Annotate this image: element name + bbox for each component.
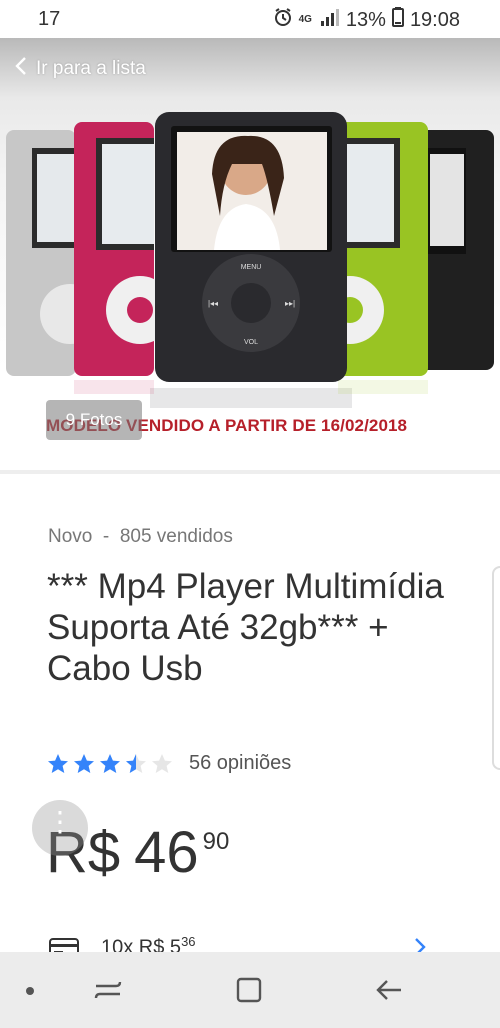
clock: 19:08 (409, 8, 460, 31)
rating-stars (47, 753, 173, 775)
sold-count: 805 vendidos (119, 526, 233, 547)
star-icon (152, 753, 172, 773)
product-gallery[interactable]: MENU VOL |◂◂ ▸▸| Ir para a lista MODELO … (0, 38, 500, 470)
product-image[interactable]: MENU VOL |◂◂ ▸▸| (0, 108, 500, 448)
price-cents: 90 (202, 828, 230, 855)
status-bar: 17 4G 13% 19:08 (0, 0, 500, 38)
svg-text:▸▸|: ▸▸| (285, 299, 295, 308)
star-icon (74, 753, 94, 773)
svg-text:|◂◂: |◂◂ (208, 299, 218, 308)
reviews-count: 56 opiniões (189, 752, 292, 774)
back-to-list-button[interactable]: Ir para a lista (14, 56, 146, 82)
rating-row[interactable]: 56 opiniões (47, 752, 291, 775)
price-integer: 46 (134, 820, 199, 885)
photo-count-badge[interactable]: 9 Fotos (46, 400, 142, 440)
more-vertical-icon[interactable]: ⋮ (32, 800, 88, 856)
back-icon[interactable] (373, 976, 405, 1009)
condition: Novo (48, 526, 93, 547)
signal-icon (320, 8, 340, 32)
recents-icon[interactable] (92, 976, 124, 1009)
svg-text:VOL: VOL (244, 339, 258, 346)
divider (0, 470, 500, 474)
battery-icon (391, 7, 404, 33)
network-type: 4G (298, 14, 312, 25)
condition-line: Novo - 805 vendidos (48, 526, 233, 548)
status-right: 4G 13% 19:08 (273, 7, 460, 33)
battery-level: 13% (345, 8, 386, 31)
product-title: *** Mp4 Player Multimídia Suporta Até 32… (47, 567, 444, 688)
star-icon (100, 753, 120, 773)
installments-cents: 36 (181, 934, 196, 949)
home-icon[interactable] (233, 976, 265, 1009)
navigation-bar (0, 952, 500, 1028)
edge-panel-handle[interactable] (492, 566, 500, 770)
status-left-text: 17 (38, 8, 61, 30)
star-icon (126, 753, 146, 773)
dot-icon[interactable] (26, 987, 34, 995)
alarm-icon (273, 7, 293, 33)
separator: - (102, 526, 110, 547)
back-label: Ir para a lista (36, 58, 146, 79)
svg-text:MENU: MENU (241, 264, 262, 271)
chevron-left-icon (14, 56, 28, 82)
screen: 17 4G 13% 19:08 MENU VOL |◂◂ ▸▸| Ir para… (0, 0, 500, 1028)
star-icon (48, 753, 68, 773)
